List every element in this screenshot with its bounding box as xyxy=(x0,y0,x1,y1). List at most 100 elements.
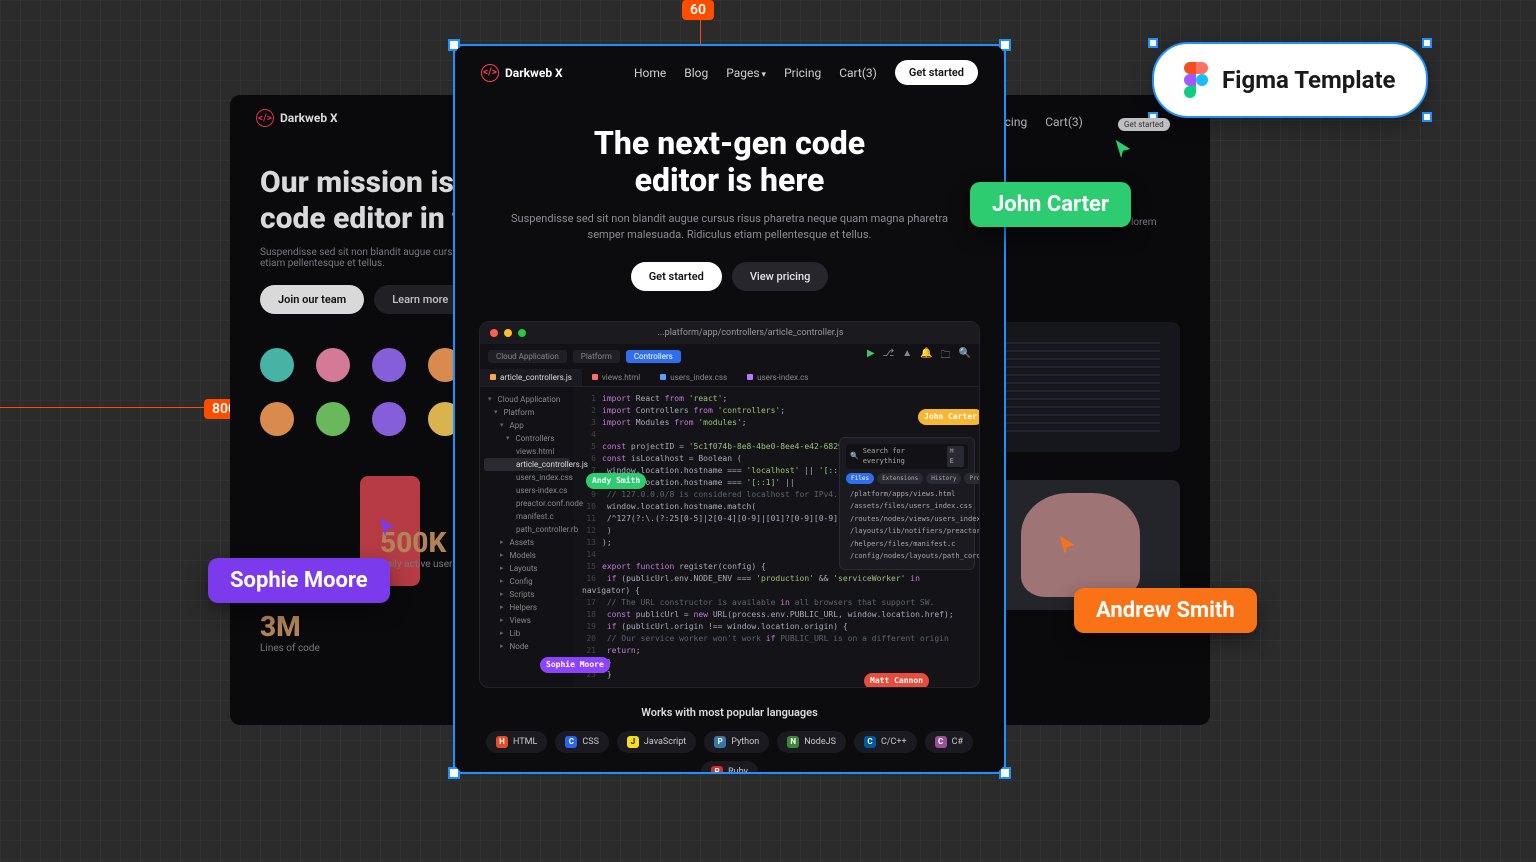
tree-folder[interactable]: Platform xyxy=(484,406,570,419)
maximize-icon xyxy=(518,329,526,337)
figma-pill-label: Figma Template xyxy=(1222,66,1396,94)
folder-icon[interactable]: 🗀 xyxy=(941,348,951,365)
hero-subtitle: Suspendisse sed sit non blandit augue cu… xyxy=(495,211,964,244)
tree-folder[interactable]: Node xyxy=(484,640,570,653)
search-result[interactable]: /layouts/lib/notifiers/preactor.conf.nod… xyxy=(846,525,968,538)
avatar xyxy=(372,402,406,436)
logo[interactable]: </> Darkweb X xyxy=(481,64,563,82)
tree-file[interactable]: manifest.c xyxy=(484,510,570,523)
collaborator-label-andrew: Andrew Smith xyxy=(1074,588,1257,633)
file-tab[interactable]: views.html xyxy=(582,369,650,386)
search-tab[interactable]: History xyxy=(926,473,961,484)
collaborator-label-sophie: Sophie Moore xyxy=(208,558,390,603)
editor-file-tabs: article_controllers.jsviews.htmlusers_in… xyxy=(480,369,979,387)
stat-number: 3M xyxy=(260,610,320,643)
cursor-sophie xyxy=(376,516,398,542)
nav-cart[interactable]: Cart(3) xyxy=(839,66,877,80)
resize-handle-br[interactable] xyxy=(1422,112,1432,122)
figma-template-pill[interactable]: Figma Template xyxy=(1152,42,1428,118)
view-pricing-button[interactable]: View pricing xyxy=(732,262,828,291)
crumb[interactable]: Cloud Application xyxy=(488,350,567,363)
get-started-button[interactable]: Get started xyxy=(895,60,978,85)
search-result[interactable]: /config/nodes/layouts/path_coroder.rb xyxy=(846,550,968,563)
tree-folder[interactable]: Assets xyxy=(484,536,570,549)
tree-folder[interactable]: Lib xyxy=(484,627,570,640)
code-line: 22 } xyxy=(582,657,971,669)
search-popover[interactable]: 🔍Search for everything⌘ E FilesExtension… xyxy=(839,437,975,570)
code-line: 16 if (publicUrl.env.NODE_ENV === 'produ… xyxy=(582,573,971,597)
crumb[interactable]: Platform xyxy=(573,350,620,363)
person-icon[interactable]: ▲ xyxy=(902,348,912,365)
tree-file[interactable]: article_controllers.js xyxy=(484,458,570,471)
bell-icon[interactable]: 🔔 xyxy=(920,348,932,365)
cursor-label-sophie: Sophie Moore xyxy=(540,657,610,673)
artboard-home[interactable]: </> Darkweb X Home Blog Pages▾ Pricing Ca… xyxy=(455,46,1004,772)
tree-file[interactable]: path_controller.rb xyxy=(484,523,570,536)
code-line: 21 return; xyxy=(582,645,971,657)
file-tab[interactable]: users_index.css xyxy=(650,369,737,386)
search-tab[interactable]: Files xyxy=(846,473,874,484)
tree-folder[interactable]: Models xyxy=(484,549,570,562)
brand-name: Darkweb X xyxy=(280,111,338,125)
minimize-icon xyxy=(504,329,512,337)
code-line: 19 if (publicUrl.origin !== window.locat… xyxy=(582,621,971,633)
hover-label: Get started xyxy=(1118,118,1170,131)
join-team-button[interactable]: Join our team xyxy=(260,285,364,314)
tree-folder[interactable]: Helpers xyxy=(484,601,570,614)
search-result[interactable]: /assets/files/users_index.css xyxy=(846,500,968,513)
search-result[interactable]: /platform/apps/views.html xyxy=(846,488,968,501)
play-icon[interactable]: ▶ xyxy=(867,348,875,365)
nav-home[interactable]: Home xyxy=(634,66,666,80)
navbar: </> Darkweb X Home Blog Pages▾ Pricing Ca… xyxy=(455,46,1004,99)
resize-handle-tl[interactable] xyxy=(1148,38,1158,48)
nav-cart[interactable]: Cart(3) xyxy=(1045,115,1083,129)
code-view[interactable]: John Carter Andy Smith Sophie Moore Matt… xyxy=(574,387,979,687)
file-tab[interactable]: users-index.cs xyxy=(737,369,818,386)
search-icon[interactable]: 🔍 xyxy=(959,348,971,365)
crumb-active[interactable]: Controllers xyxy=(626,350,681,363)
stat-label: Lines of code xyxy=(260,643,320,654)
tree-folder[interactable]: App xyxy=(484,419,570,432)
avatar xyxy=(316,348,350,382)
cursor-label-andy: Andy Smith xyxy=(586,473,646,489)
logo[interactable]: </>Darkweb X xyxy=(256,109,338,127)
search-tab[interactable]: Projects xyxy=(964,473,980,484)
file-tree[interactable]: Cloud ApplicationPlatformAppControllersv… xyxy=(480,387,574,687)
code-line: 2import Controllers from 'controllers'; xyxy=(582,405,971,417)
stat-label: Daily active users xyxy=(380,559,458,570)
logo-icon: </> xyxy=(481,64,499,82)
hero-title: The next-gen codeeditor is here xyxy=(495,125,964,199)
nav-blog[interactable]: Blog xyxy=(684,66,708,80)
get-started-button[interactable]: Get started xyxy=(631,262,722,291)
nav-pricing[interactable]: Pricing xyxy=(784,66,821,80)
code-line: 18 const publicUrl = new URL(process.env… xyxy=(582,609,971,621)
tree-folder[interactable]: Config xyxy=(484,575,570,588)
tree-file[interactable]: users_index.css xyxy=(484,471,570,484)
tree-folder[interactable]: Layouts xyxy=(484,562,570,575)
tree-folder[interactable]: Views xyxy=(484,614,570,627)
search-result[interactable]: /routes/nodes/views/users_index.cs xyxy=(846,513,968,526)
tree-folder[interactable]: Scripts xyxy=(484,588,570,601)
cursor-label-matt: Matt Cannon xyxy=(864,673,929,688)
tree-folder[interactable]: Cloud Application xyxy=(484,393,570,406)
tree-folder[interactable]: Controllers xyxy=(484,432,570,445)
language-pill: CC/C++ xyxy=(854,731,917,753)
resize-handle-tr[interactable] xyxy=(1422,38,1432,48)
cursor-andrew xyxy=(1056,534,1078,560)
language-pill: RRuby xyxy=(701,761,758,772)
nav-pages[interactable]: Pages▾ xyxy=(726,66,766,80)
language-pill: CCSS xyxy=(555,731,609,753)
figma-logo-icon xyxy=(1184,62,1208,98)
avatar xyxy=(260,402,294,436)
tree-file[interactable]: preactor.conf.node xyxy=(484,497,570,510)
tree-file[interactable]: views.html xyxy=(484,445,570,458)
branch-icon[interactable]: ⎇ xyxy=(883,348,895,365)
learn-more-button[interactable]: Learn more xyxy=(374,285,466,314)
search-result[interactable]: /helpers/files/manifest.c xyxy=(846,538,968,551)
search-tab[interactable]: Extensions xyxy=(877,473,923,484)
brand-name: Darkweb X xyxy=(505,66,563,80)
tree-file[interactable]: users-index.cs xyxy=(484,484,570,497)
file-tab[interactable]: article_controllers.js xyxy=(480,369,582,386)
file-path: ...platform/app/controllers/article_cont… xyxy=(532,328,969,338)
languages-heading: Works with most popular languages xyxy=(455,706,1004,719)
